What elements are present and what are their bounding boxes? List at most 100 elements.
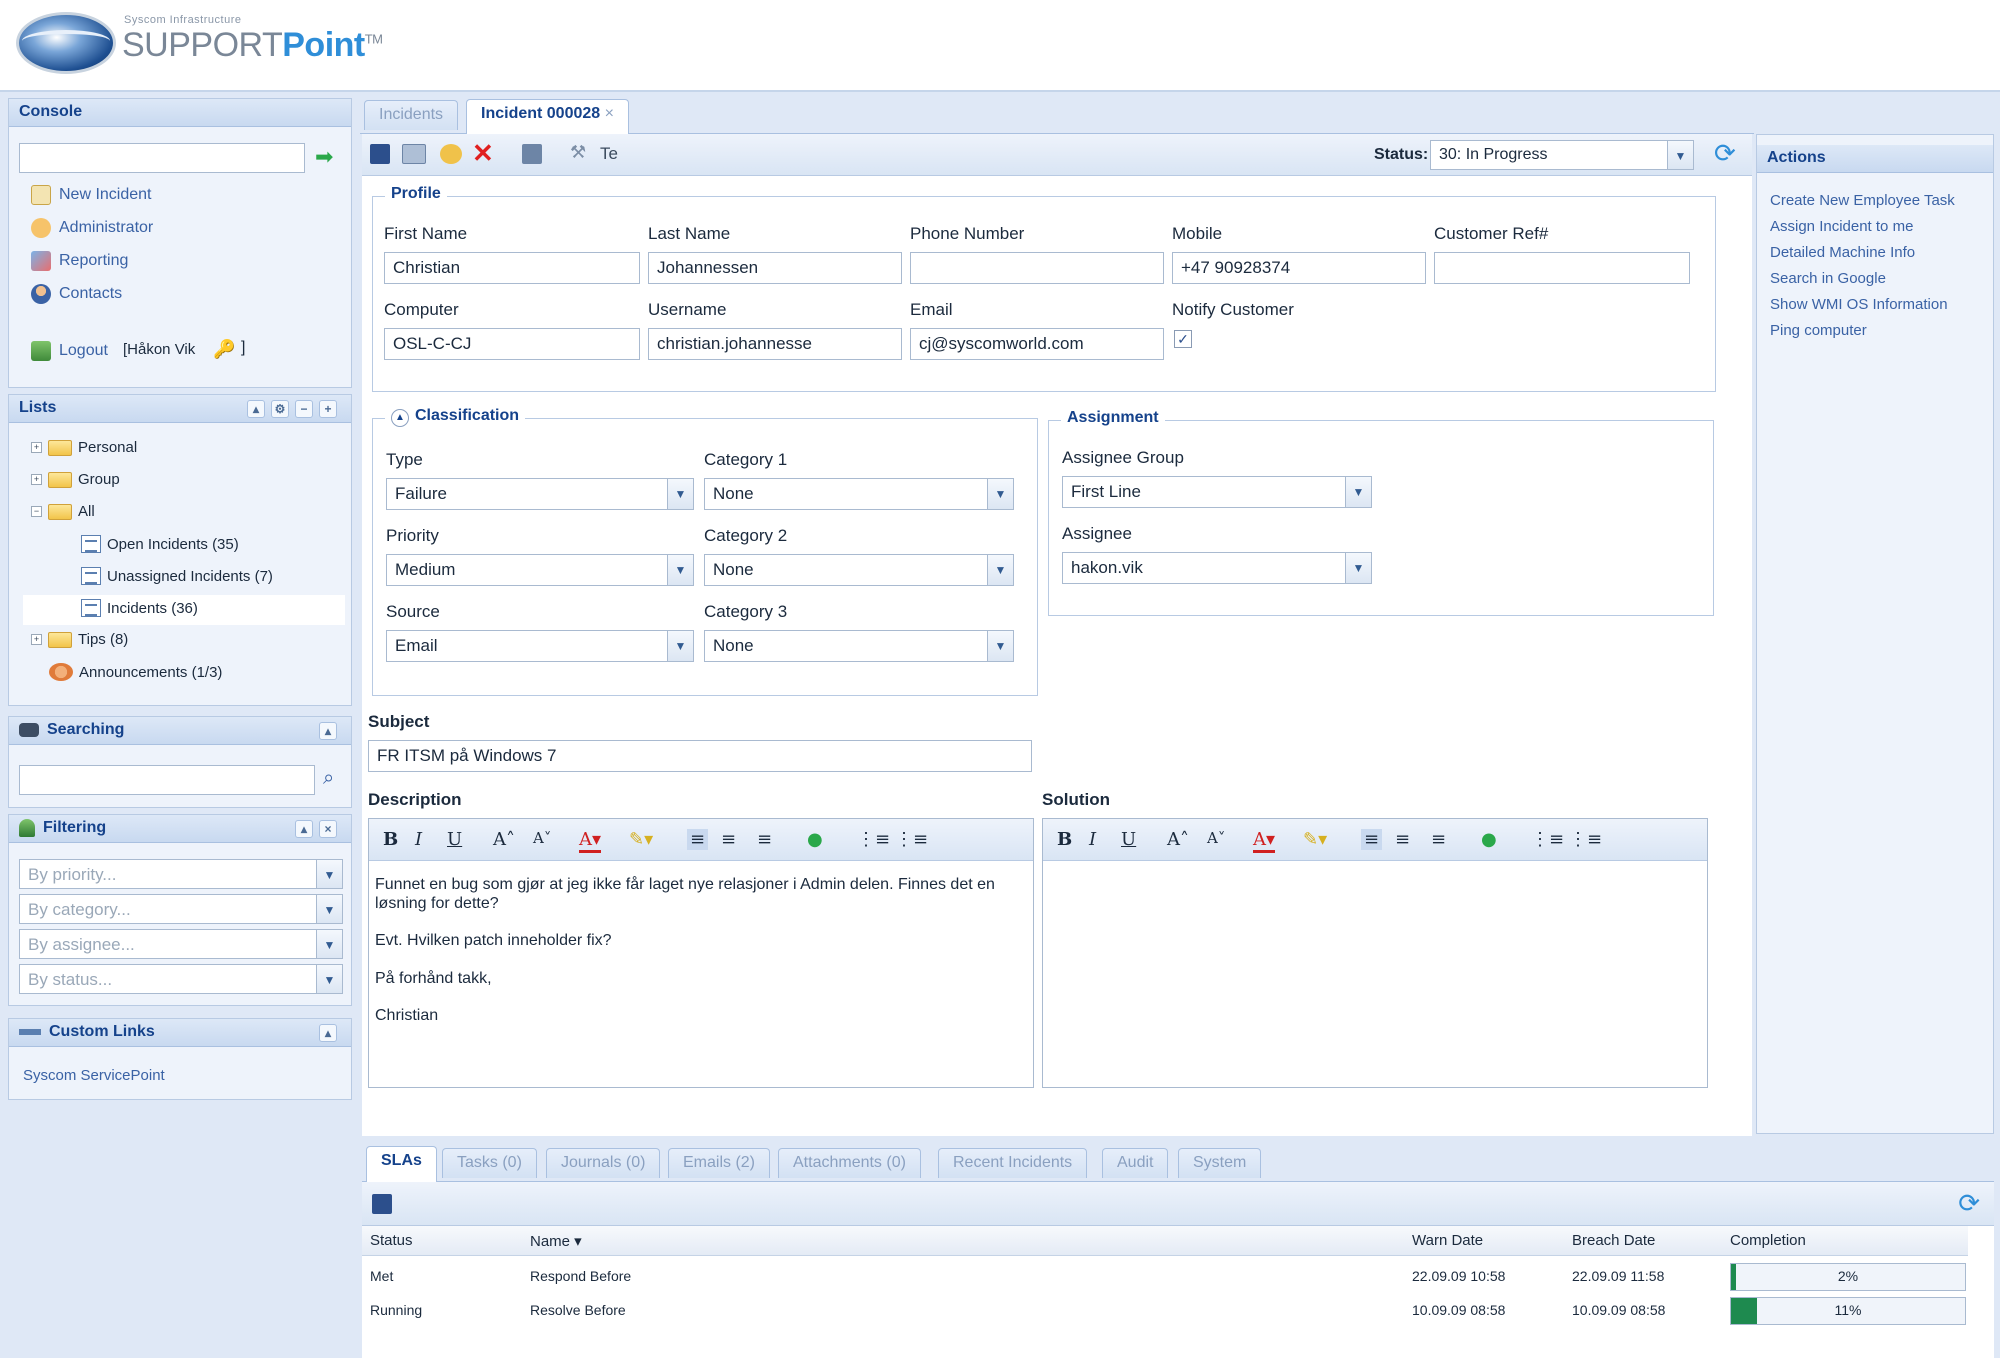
custom-links-collapse-button[interactable]: ▴	[319, 1024, 337, 1042]
searching-collapse-button[interactable]: ▴	[319, 722, 337, 740]
align-center-icon[interactable]: ≡	[721, 829, 736, 850]
align-left-icon[interactable]: ≡	[687, 829, 709, 850]
align-center-icon[interactable]: ≡	[1395, 829, 1410, 850]
chevron-down-icon[interactable]: ▼	[667, 479, 693, 509]
tab-journals[interactable]: Journals (0)	[546, 1148, 661, 1178]
action-show-wmi-os-info[interactable]: Show WMI OS Information	[1770, 296, 1948, 313]
nav-contacts[interactable]: Contacts	[31, 284, 122, 304]
filter-priority-select[interactable]: By priority... ▼	[19, 859, 343, 889]
assignee-select[interactable]: hakon.vik ▼	[1062, 552, 1372, 584]
tab-recent-incidents[interactable]: Recent Incidents	[938, 1148, 1088, 1178]
collapse-icon[interactable]: −	[31, 506, 42, 517]
category3-select[interactable]: None ▼	[704, 630, 1014, 662]
save-icon[interactable]	[372, 1194, 392, 1214]
nav-reporting[interactable]: Reporting	[31, 251, 128, 271]
tree-item-open-incidents[interactable]: Open Incidents (35)	[81, 535, 239, 553]
assignee-group-select[interactable]: First Line ▼	[1062, 476, 1372, 508]
filtering-collapse-button[interactable]: ▴	[295, 820, 313, 838]
ordered-list-icon[interactable]: ⋮≡	[1531, 829, 1564, 850]
computer-input[interactable]: OSL-C-CJ	[384, 328, 640, 360]
filtering-clear-button[interactable]: ×	[319, 820, 337, 838]
expand-icon[interactable]: +	[31, 474, 42, 485]
print-icon[interactable]	[402, 144, 426, 164]
action-detailed-machine-info[interactable]: Detailed Machine Info	[1770, 244, 1915, 261]
translate-icon[interactable]: Te	[600, 144, 618, 164]
action-search-google[interactable]: Search in Google	[1770, 270, 1886, 287]
refresh-record-icon[interactable]	[440, 144, 462, 164]
tab-system[interactable]: System	[1178, 1148, 1262, 1178]
column-completion[interactable]: Completion	[1730, 1232, 1806, 1249]
chevron-down-icon[interactable]: ▼	[1667, 141, 1693, 169]
align-right-icon[interactable]: ≡	[1431, 829, 1446, 850]
chevron-down-icon[interactable]: ▼	[1345, 477, 1371, 507]
filter-assignee-select[interactable]: By assignee... ▼	[19, 929, 343, 959]
nav-administrator[interactable]: Administrator	[31, 218, 153, 238]
highlight-icon[interactable]: ✎▾	[629, 829, 653, 850]
category1-select[interactable]: None ▼	[704, 478, 1014, 510]
action-create-employee-task[interactable]: Create New Employee Task	[1770, 192, 1955, 209]
tree-item-incidents[interactable]: Incidents (36)	[81, 599, 198, 617]
tab-slas[interactable]: SLAs	[366, 1146, 437, 1182]
expand-icon[interactable]: +	[31, 442, 42, 453]
tree-item-unassigned-incidents[interactable]: Unassigned Incidents (7)	[81, 567, 273, 585]
lists-collapse-button[interactable]: ▴	[247, 400, 265, 418]
chevron-down-icon[interactable]: ▼	[667, 555, 693, 585]
chevron-down-icon[interactable]: ▼	[316, 965, 342, 993]
shrink-font-icon[interactable]: A˅	[1207, 829, 1225, 847]
refresh-icon[interactable]: ⟳	[1714, 138, 1736, 169]
save-icon[interactable]	[370, 144, 390, 164]
tree-item-personal[interactable]: + Personal	[31, 439, 137, 456]
mobile-input[interactable]: +47 90928374	[1172, 252, 1426, 284]
chevron-down-icon[interactable]: ▼	[1345, 553, 1371, 583]
shrink-font-icon[interactable]: A˅	[533, 829, 551, 847]
tab-attachments[interactable]: Attachments (0)	[778, 1148, 921, 1178]
notes-icon[interactable]	[522, 144, 542, 164]
custom-link-syscom-servicepoint[interactable]: Syscom ServicePoint	[23, 1067, 165, 1084]
chevron-down-icon[interactable]: ▼	[987, 631, 1013, 661]
column-breach-date[interactable]: Breach Date	[1572, 1232, 1655, 1249]
tab-audit[interactable]: Audit	[1102, 1148, 1169, 1178]
italic-icon[interactable]: I	[415, 829, 422, 850]
notify-customer-checkbox[interactable]: ✓	[1174, 330, 1192, 348]
column-status[interactable]: Status	[370, 1232, 413, 1249]
first-name-input[interactable]: Christian	[384, 252, 640, 284]
font-color-icon[interactable]: A▾	[1253, 829, 1276, 853]
action-ping-computer[interactable]: Ping computer	[1770, 322, 1867, 339]
go-arrow-icon[interactable]: ➡	[315, 146, 339, 169]
chevron-down-icon[interactable]: ▼	[987, 479, 1013, 509]
customer-ref-input[interactable]	[1434, 252, 1690, 284]
nav-logout[interactable]: Logout	[31, 341, 108, 361]
underline-icon[interactable]: U	[1121, 829, 1136, 850]
filter-status-select[interactable]: By status... ▼	[19, 964, 343, 994]
action-assign-to-me[interactable]: Assign Incident to me	[1770, 218, 1913, 235]
bullet-list-icon[interactable]: ⋮≡	[895, 829, 928, 850]
refresh-icon[interactable]: ⟳	[1958, 1188, 1980, 1219]
chevron-down-icon[interactable]: ▼	[987, 555, 1013, 585]
tools-icon[interactable]: ⚒	[570, 142, 586, 163]
tree-item-group[interactable]: + Group	[31, 471, 120, 488]
search-icon[interactable]: ⌕	[323, 767, 334, 790]
email-input[interactable]: cj@syscomworld.com	[910, 328, 1164, 360]
description-body[interactable]: Funnet en bug som gjør at jeg ikke får l…	[369, 861, 1033, 1057]
chevron-down-icon[interactable]: ▼	[316, 895, 342, 923]
nav-new-incident[interactable]: New Incident	[31, 185, 152, 205]
italic-icon[interactable]: I	[1089, 829, 1096, 850]
align-left-icon[interactable]: ≡	[1361, 829, 1383, 850]
lists-minus-button[interactable]: −	[295, 400, 313, 418]
tab-incidents[interactable]: Incidents	[364, 100, 459, 130]
status-select[interactable]: 30: In Progress ▼	[1430, 140, 1694, 170]
tab-close-icon[interactable]: ×	[605, 105, 614, 122]
lists-gear-icon[interactable]: ⚙	[271, 400, 289, 418]
insert-link-icon[interactable]: ●	[807, 829, 823, 850]
grow-font-icon[interactable]: A˄	[1167, 829, 1189, 850]
chevron-down-icon[interactable]: ▼	[667, 631, 693, 661]
type-select[interactable]: Failure ▼	[386, 478, 694, 510]
solution-body[interactable]	[1043, 861, 1707, 889]
column-name[interactable]: Name ▾	[530, 1232, 582, 1250]
font-color-icon[interactable]: A▾	[579, 829, 602, 853]
align-right-icon[interactable]: ≡	[757, 829, 772, 850]
bold-icon[interactable]: B	[383, 829, 398, 850]
chevron-down-icon[interactable]: ▼	[316, 930, 342, 958]
last-name-input[interactable]: Johannessen	[648, 252, 902, 284]
solution-editor[interactable]: B I U A˄ A˅ A▾ ✎▾ ≡ ≡ ≡ ● ⋮≡ ⋮≡	[1042, 818, 1708, 1088]
